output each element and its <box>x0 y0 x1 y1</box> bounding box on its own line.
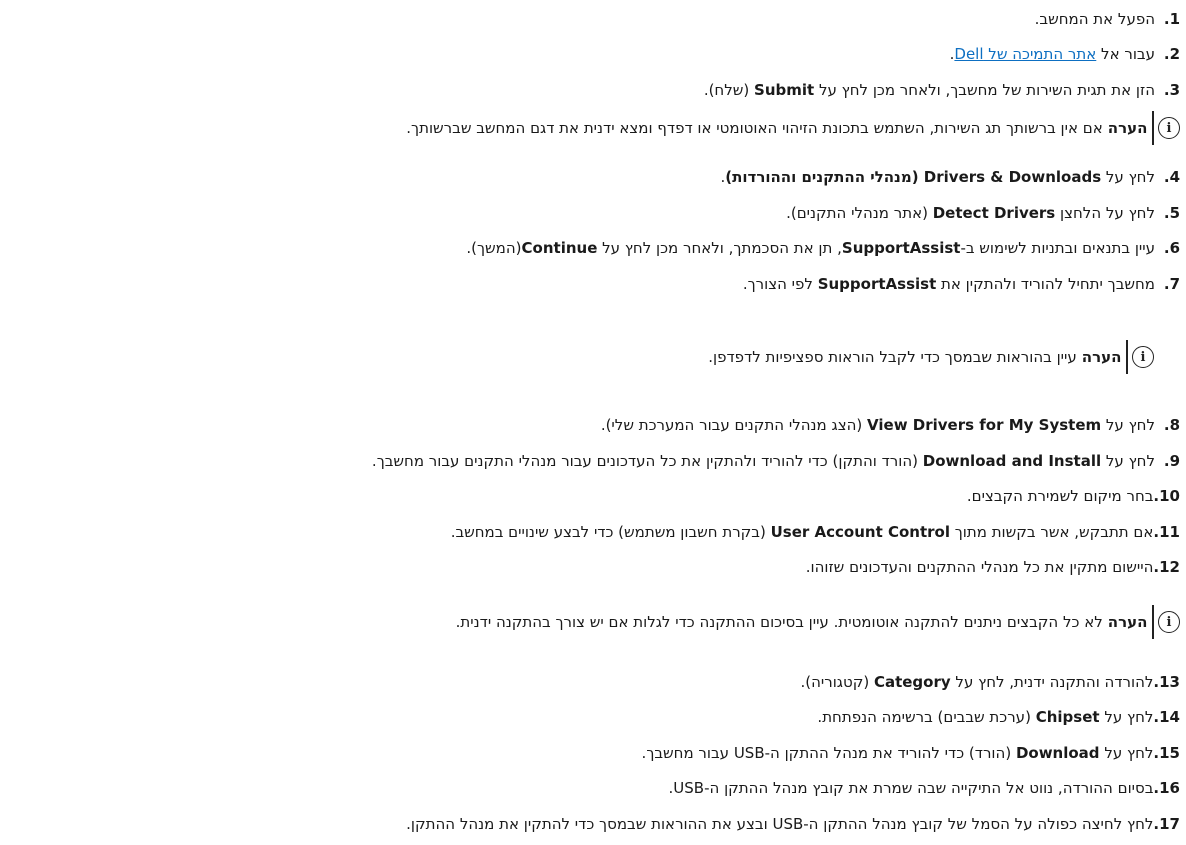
step-number: 8. <box>1163 416 1180 434</box>
note-3: i הערה לא כל הקבצים ניתנים להתקנה אוטומט… <box>0 605 1180 639</box>
note-text: עיין בהוראות שבמסך כדי לקבל הוראות ספציפ… <box>708 348 1077 366</box>
info-icon: i <box>1158 611 1180 633</box>
step-bold-term: View Drivers for My System <box>867 416 1102 434</box>
step-6: 6. עיין בתנאים ובתניות לשימוש ב-SupportAs… <box>0 237 1180 259</box>
step-text: (בקרת חשבון משתמש) כדי לבצע שינויים במחש… <box>450 523 771 541</box>
step-number: 5. <box>1163 204 1180 222</box>
step-bold-term: Download <box>1015 744 1100 762</box>
step-number: 1. <box>1163 10 1180 28</box>
step-text: (אתר מנהלי התקנים). <box>786 204 933 222</box>
step-text: לפי הצורך. <box>742 275 818 293</box>
info-icon: i <box>1158 117 1180 139</box>
step-number: 10. <box>1153 487 1180 505</box>
step-number: 7. <box>1163 275 1180 293</box>
step-text: לחץ על <box>1099 708 1154 726</box>
step-16: 16.בסיום ההורדה, נווט אל התיקייה שבה שמר… <box>0 777 1180 799</box>
step-number: 3. <box>1163 81 1180 99</box>
step-text: להורדה והתקנה ידנית, לחץ על <box>950 673 1154 691</box>
note-divider <box>1152 605 1154 639</box>
step-10: 10.בחר מיקום לשמירת הקבצים. <box>0 485 1180 507</box>
step-text: לחץ על הלחצן <box>1055 204 1155 222</box>
step-text: הזן את תגית השירות של מחשבך, ולאחר מכן ל… <box>814 81 1155 99</box>
step-text: עיין בתנאים ובתניות לשימוש ב- <box>960 239 1155 257</box>
step-bold-term: Category <box>873 673 951 691</box>
step-number: 15. <box>1153 744 1180 762</box>
step-4: 4. לחץ על Drivers & Downloads (מנהלי ההתק… <box>0 166 1180 188</box>
step-text: לחץ על <box>1101 416 1155 434</box>
step-text: לחץ על <box>1101 452 1155 470</box>
note-2: i הערה עיין בהוראות שבמסך כדי לקבל הוראו… <box>0 340 1154 374</box>
step-text: (הורד) כדי להוריד את מנהל ההתקן ה-USB עב… <box>641 744 1016 762</box>
step-text: (הצג מנהלי התקנים עבור המערכת שלי). <box>600 416 868 434</box>
step-text: אם תתבקש, אשר בקשות מתוך <box>949 523 1154 541</box>
step-bold-term: Submit <box>754 81 815 99</box>
note-text: אם אין ברשותך תג השירות, השתמש בתכונת הז… <box>406 119 1103 137</box>
step-bold-term: Download and Install <box>922 452 1102 470</box>
step-number: 16. <box>1153 779 1180 797</box>
step-text: בסיום ההורדה, נווט אל התיקייה שבה שמרת א… <box>668 779 1154 797</box>
step-5: 5. לחץ על הלחצן Detect Drivers (אתר מנהלי… <box>0 202 1180 224</box>
step-text: (ערכת שבבים) ברשימה הנפתחת. <box>817 708 1036 726</box>
step-bold-term: SupportAssist <box>817 275 937 293</box>
step-number: 6. <box>1163 239 1180 257</box>
step-bold-term: Detect Drivers <box>932 204 1056 222</box>
step-bold-term: User Account Control <box>770 523 950 541</box>
step-text: היישום מתקין את כל מנהלי ההתקנים והעדכונ… <box>805 558 1154 576</box>
step-text: בחר מיקום לשמירת הקבצים. <box>966 487 1154 505</box>
step-8: 8. לחץ על View Drivers for My System (הצג… <box>0 414 1180 436</box>
step-number: 13. <box>1153 673 1180 691</box>
step-number: 2. <box>1163 45 1180 63</box>
instructions-page: 1. הפעל את המחשב. 2. עבור אל אתר התמיכה של… <box>0 0 1186 845</box>
dell-support-link[interactable]: אתר התמיכה של Dell <box>954 45 1096 63</box>
step-text: עבור אל <box>1096 45 1155 63</box>
step-12: 12.היישום מתקין את כל מנהלי ההתקנים והעד… <box>0 556 1180 578</box>
note-label: הערה <box>1081 348 1122 366</box>
step-2: 2.עבור אל אתר התמיכה של Dell. <box>0 43 1180 65</box>
note-text: לא כל הקבצים ניתנים להתקנה אוטומטית. עיי… <box>455 613 1103 631</box>
step-1: 1. הפעל את המחשב. <box>0 8 1180 30</box>
info-icon: i <box>1132 346 1154 368</box>
step-17: 17.לחץ לחיצה כפולה על הסמל של קובץ מנהל … <box>0 813 1180 835</box>
note-label: הערה <box>1107 119 1148 137</box>
step-text: (המשך). <box>466 239 522 257</box>
step-bold-term: SupportAssist <box>841 239 961 257</box>
step-text: לחץ על <box>1099 744 1154 762</box>
step-bold-term: Drivers & Downloads (מנהלי ההתקנים וההור… <box>725 168 1102 186</box>
step-text: לחץ על <box>1101 168 1155 186</box>
step-text: הפעל את המחשב. <box>1034 10 1155 28</box>
step-number: 9. <box>1163 452 1180 470</box>
note-1: i הערה אם אין ברשותך תג השירות, השתמש בת… <box>0 111 1180 145</box>
step-3: 3. הזן את תגית השירות של מחשבך, ולאחר מכן… <box>0 79 1180 101</box>
step-number: 12. <box>1153 558 1180 576</box>
step-15: 15.לחץ על Download (הורד) כדי להוריד את … <box>0 742 1180 764</box>
step-text: לחץ לחיצה כפולה על הסמל של קובץ מנהל ההת… <box>406 815 1154 833</box>
step-number: 11. <box>1153 523 1180 541</box>
step-bold-term: Chipset <box>1035 708 1100 726</box>
note-divider <box>1152 111 1154 145</box>
step-14: 14.לחץ על Chipset (ערכת שבבים) ברשימה הנ… <box>0 706 1180 728</box>
step-number: 17. <box>1153 815 1180 833</box>
step-number: 14. <box>1153 708 1180 726</box>
step-7: 7. מחשבך יתחיל להוריד ולהתקין את SupportA… <box>0 273 1180 295</box>
step-11: 11.אם תתבקש, אשר בקשות מתוך User Account… <box>0 521 1180 543</box>
step-text: , תן את הסכמתך, ולאחר מכן לחץ על <box>597 239 842 257</box>
step-text: (קטגוריה). <box>800 673 874 691</box>
step-number: 4. <box>1163 168 1180 186</box>
note-divider <box>1126 340 1128 374</box>
step-text: (שלח). <box>703 81 755 99</box>
step-bold-term: Continue <box>521 239 598 257</box>
step-text: מחשבך יתחיל להוריד ולהתקין את <box>936 275 1155 293</box>
step-9: 9. לחץ על Download and Install (הורד והתק… <box>0 450 1180 472</box>
step-text: (הורד והתקן) כדי להוריד ולהתקין את כל הע… <box>371 452 923 470</box>
step-13: 13.להורדה והתקנה ידנית, לחץ על Category … <box>0 671 1180 693</box>
note-label: הערה <box>1107 613 1148 631</box>
